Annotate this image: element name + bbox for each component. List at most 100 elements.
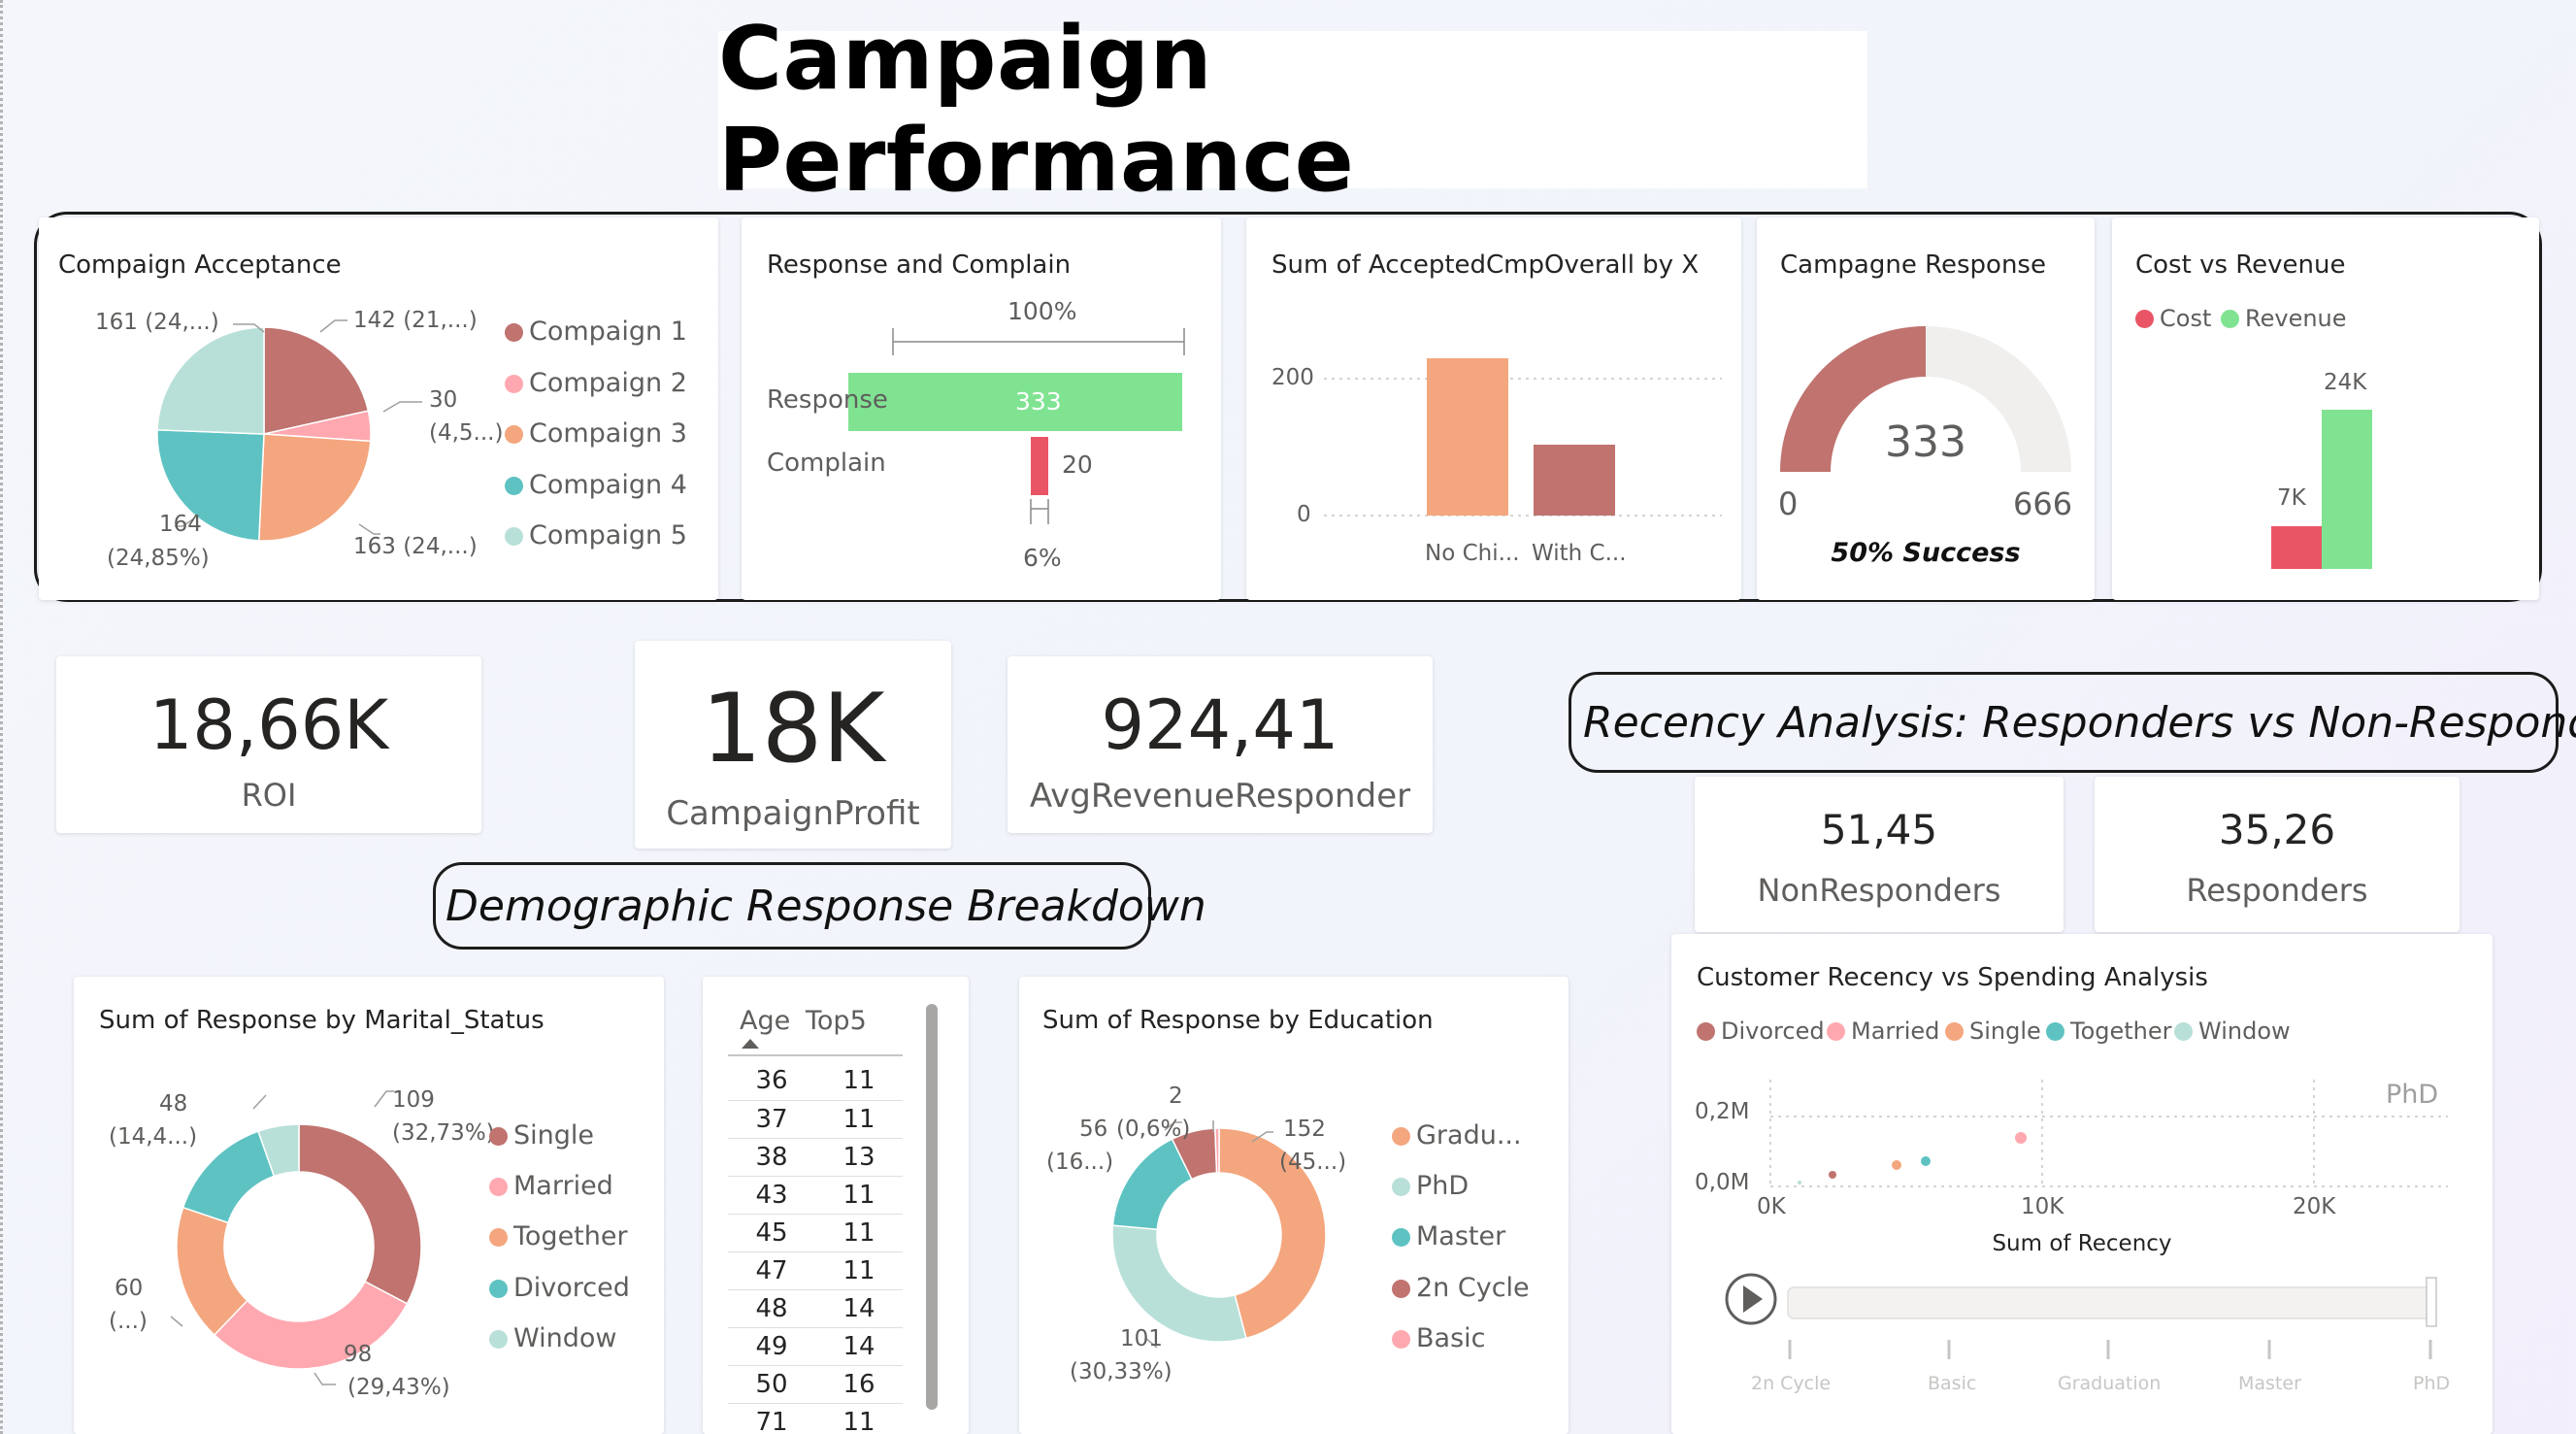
donut-slice-single[interactable]	[298, 1123, 422, 1305]
pie-label-compaign-4-pct: (24,85%)	[107, 546, 210, 571]
table-row[interactable]: 48 14	[728, 1289, 903, 1328]
legend-graduation[interactable]: Gradu...	[1392, 1120, 1522, 1151]
table-row[interactable]: 45 11	[728, 1214, 903, 1252]
legend-label: PhD	[1416, 1171, 1470, 1201]
play-tick-2n-cycle[interactable]: 2n Cycle	[1751, 1373, 1831, 1394]
play-tick-master[interactable]: Master	[2238, 1373, 2301, 1394]
table-row[interactable]: 71 11	[728, 1403, 903, 1434]
legend-compaign-5[interactable]: Compaign 5	[505, 520, 687, 550]
play-axis-track[interactable]	[1787, 1286, 2433, 1319]
marital-status-card[interactable]: Sum of Response by Marital_Status 48 (14…	[74, 977, 664, 1434]
table-scrollbar[interactable]	[926, 1004, 938, 1410]
legend-married[interactable]: Married	[489, 1171, 613, 1201]
gauge-caption: 50% Success	[1831, 538, 2021, 568]
table-row[interactable]: 43 11	[728, 1176, 903, 1215]
table-row[interactable]: 50 16	[728, 1365, 903, 1404]
table-row[interactable]: 38 13	[728, 1138, 903, 1177]
legend-phd[interactable]: PhD	[1392, 1171, 1469, 1201]
kpi-campaign-profit-card[interactable]: 18K CampaignProfit	[635, 641, 951, 849]
cell-top5: 13	[815, 1138, 903, 1177]
recency-spending-card[interactable]: Customer Recency vs Spending Analysis Di…	[1671, 934, 2493, 1434]
cell-age: 50	[728, 1365, 815, 1404]
pie-slice-compaign-3[interactable]	[257, 433, 372, 542]
bar-with-children[interactable]	[1534, 445, 1615, 516]
scatter-point-single[interactable]	[1892, 1160, 1901, 1170]
play-tick-phd[interactable]: PhD	[2413, 1373, 2450, 1394]
recency-section-title: Recency Analysis: Responders vs Non-Resp…	[1569, 672, 2576, 773]
x-tick-20k: 20K	[2293, 1194, 2336, 1219]
donut-label-together-pct: (...)	[109, 1309, 148, 1334]
age-top5-table-card[interactable]: Age Top5 36 11 37 11 38 13 43 11 45 11 47 11 48 14 49 1…	[703, 977, 969, 1434]
funnel-bar-complain[interactable]	[1031, 437, 1048, 495]
kpi-avg-revenue-card[interactable]: 924,41 AvgRevenueResponder	[1007, 656, 1433, 833]
legend-2n-cycle[interactable]: 2n Cycle	[1392, 1273, 1530, 1303]
legend-divorced[interactable]: Divorced	[489, 1273, 630, 1303]
table-row[interactable]: 37 11	[728, 1100, 903, 1139]
table-row[interactable]: 49 14	[728, 1327, 903, 1366]
bar-cost[interactable]	[2271, 526, 2322, 569]
legend-dot	[505, 477, 523, 495]
y-tick-0-2m: 0,2M	[1695, 1099, 1750, 1124]
legend-dot	[505, 527, 523, 546]
legend-together[interactable]: Together	[489, 1221, 628, 1251]
donut-slice-phd[interactable]	[1111, 1224, 1247, 1343]
age-table: 36 11 37 11 38 13 43 11 45 11 47 11 48 14 49 14 50 16 71 11	[728, 1062, 903, 1434]
table-row[interactable]: 47 11	[728, 1251, 903, 1290]
sort-ascending-icon[interactable]	[742, 1039, 759, 1049]
funnel-label-complain: Complain	[767, 449, 886, 478]
kpi-campaign-profit-label: CampaignProfit	[666, 794, 920, 833]
scatter-point-divorced[interactable]	[1829, 1171, 1836, 1179]
play-axis-handle[interactable]	[2426, 1277, 2437, 1327]
legend-dot	[505, 375, 523, 393]
cost-revenue-card[interactable]: Cost vs Revenue Cost Revenue 7K 24K	[2112, 217, 2539, 600]
legend-compaign-1[interactable]: Compaign 1	[505, 317, 687, 347]
y-tick-200: 200	[1271, 365, 1314, 390]
bar-no-children[interactable]	[1427, 358, 1508, 516]
kpi-responders-card[interactable]: 35,26 Responders	[2095, 777, 2460, 932]
gauge-value: 333	[1885, 417, 1966, 467]
legend-compaign-4[interactable]: Compaign 4	[505, 470, 687, 500]
legend-compaign-3[interactable]: Compaign 3	[505, 418, 687, 449]
kpi-responders-value: 35,26	[2218, 806, 2336, 853]
bar-revenue[interactable]	[2322, 410, 2372, 569]
legend-dot	[489, 1127, 508, 1146]
kpi-roi-card[interactable]: 18,66K ROI	[56, 656, 481, 833]
donut-slice-married[interactable]	[213, 1280, 409, 1370]
legend-window[interactable]: Window	[489, 1323, 616, 1353]
legend-dot	[1392, 1330, 1410, 1349]
accepted-by-x-card[interactable]: Sum of AcceptedCmpOverall by X 200 0 No …	[1246, 217, 1741, 600]
kpi-roi-value: 18,66K	[149, 685, 389, 765]
response-complain-card[interactable]: Response and Complain 100% Response 333 …	[742, 217, 1221, 600]
column-header-top5[interactable]: Top5	[806, 1006, 867, 1036]
column-header-age[interactable]: Age	[740, 1006, 790, 1036]
legend-basic[interactable]: Basic	[1392, 1323, 1485, 1353]
scatter-point-together[interactable]	[1921, 1156, 1931, 1166]
pie-slice-compaign-5[interactable]	[156, 326, 265, 435]
play-tick-basic[interactable]: Basic	[1928, 1373, 1976, 1394]
donut-label-divorced-pct: (14,4...)	[109, 1124, 198, 1150]
page-title-box: Campaign Performance	[718, 8, 1867, 212]
legend-label: Master	[1416, 1221, 1506, 1251]
legend-master[interactable]: Master	[1392, 1221, 1505, 1251]
donut-label-basic: 2	[1169, 1084, 1183, 1109]
scatter-point-window[interactable]	[1798, 1181, 1801, 1184]
gauge-min: 0	[1778, 485, 1799, 522]
kpi-nonresponders-card[interactable]: 51,45 NonResponders	[1695, 777, 2064, 932]
legend-label: 2n Cycle	[1416, 1273, 1530, 1303]
recency-spending-scatter[interactable]	[1671, 934, 2493, 1434]
campagne-response-card[interactable]: Campagne Response 333 0 666 50% Success	[1757, 217, 2095, 600]
compaign-acceptance-card[interactable]: Compaign Acceptance 161 (24,...) 142 (21…	[39, 217, 718, 600]
x-tick-0k: 0K	[1757, 1194, 1786, 1219]
y-tick-0-0m: 0,0M	[1695, 1170, 1750, 1195]
legend-compaign-2[interactable]: Compaign 2	[505, 368, 687, 398]
table-row[interactable]: 36 11	[728, 1062, 903, 1101]
cost-revenue-bar-chart[interactable]	[2112, 217, 2539, 600]
funnel-bottom-pct: 6%	[1023, 544, 1062, 572]
legend-single[interactable]: Single	[489, 1120, 594, 1151]
cell-age: 37	[728, 1100, 815, 1139]
gauge-max: 666	[2013, 485, 2073, 522]
scatter-point-married[interactable]	[2015, 1132, 2027, 1144]
left-edge-dotted-border	[0, 0, 4, 1434]
play-tick-graduation[interactable]: Graduation	[2058, 1373, 2161, 1394]
education-card[interactable]: Sum of Response by Education 2 56 (0,6%)…	[1019, 977, 1569, 1434]
